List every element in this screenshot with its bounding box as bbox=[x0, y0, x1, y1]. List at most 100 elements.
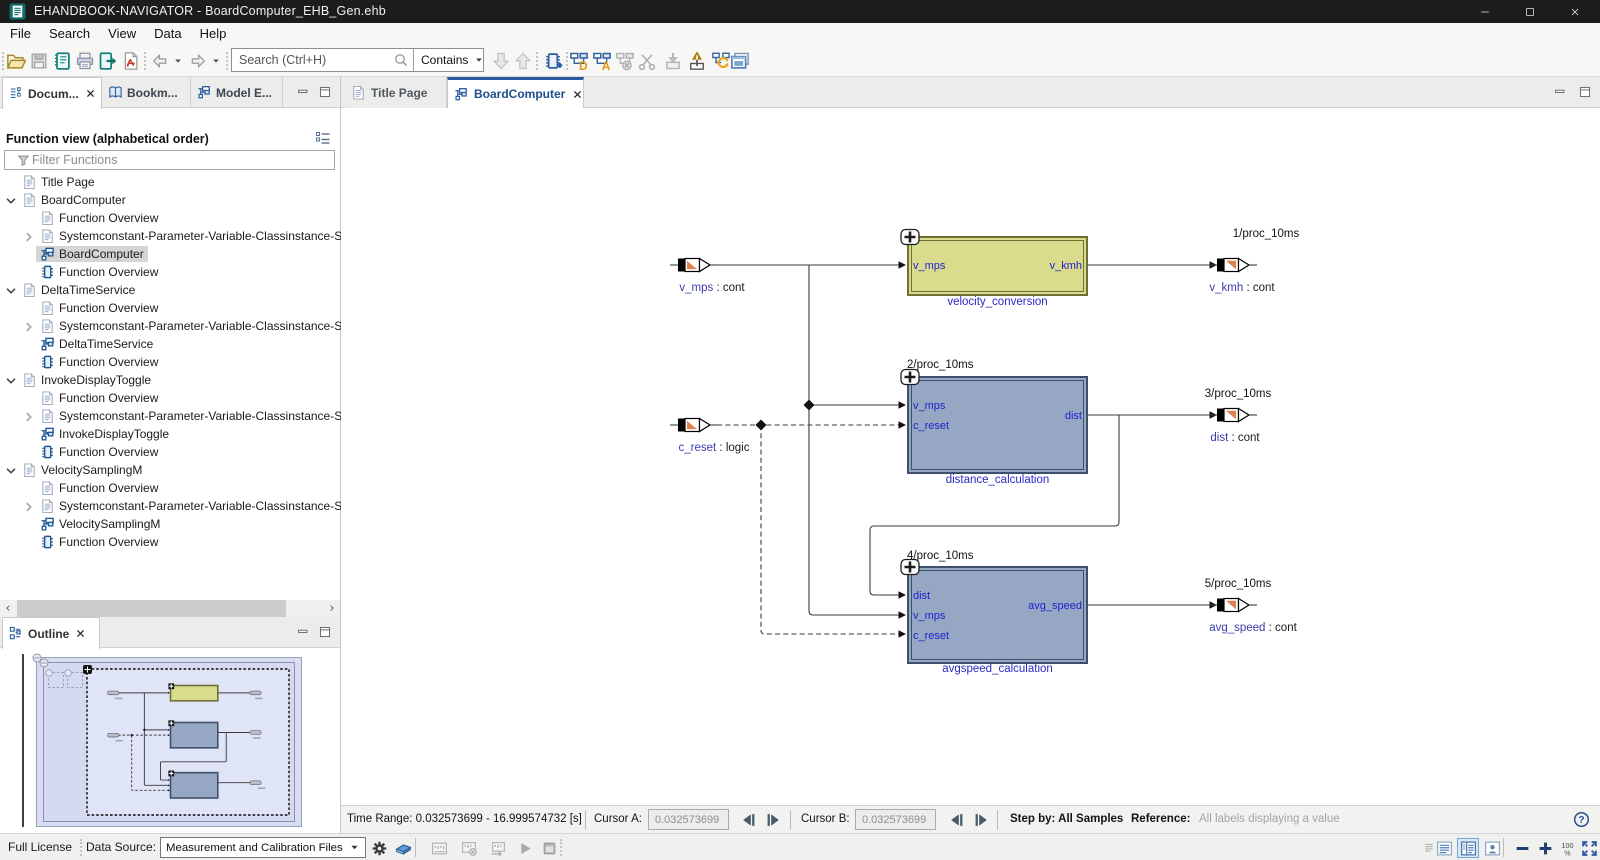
close-icon[interactable] bbox=[572, 89, 583, 100]
close-icon[interactable] bbox=[85, 88, 96, 99]
tree-item-velocitysamplingm[interactable]: VelocitySamplingM bbox=[0, 461, 340, 479]
scroll-right-icon[interactable]: › bbox=[324, 601, 340, 616]
zoom-100-button[interactable]: 100% bbox=[1556, 838, 1578, 858]
cursor-a-step-back-button[interactable] bbox=[740, 811, 758, 829]
tree-item-boardcomputer[interactable]: BoardComputer bbox=[0, 245, 340, 263]
zoom-out-button[interactable] bbox=[1511, 838, 1533, 858]
measure-config-button[interactable] bbox=[428, 838, 450, 858]
data-source-select[interactable]: Measurement and Calibration Files bbox=[160, 837, 366, 858]
tree-item-function-overview[interactable]: Function Overview bbox=[0, 353, 340, 371]
close-icon[interactable] bbox=[75, 628, 86, 639]
tree-item-velocitysamplingm[interactable]: VelocitySamplingM bbox=[0, 515, 340, 533]
tree-item-boardcomputer[interactable]: BoardComputer bbox=[0, 191, 340, 209]
menu-data[interactable]: Data bbox=[145, 23, 190, 45]
search-input[interactable] bbox=[239, 53, 393, 67]
tree-item-function-overview[interactable]: Function Overview bbox=[0, 263, 340, 281]
cut-labels-button[interactable] bbox=[635, 49, 659, 73]
filter-input[interactable] bbox=[29, 153, 334, 167]
contains-dropdown[interactable]: Contains bbox=[414, 53, 491, 67]
menu-search[interactable]: Search bbox=[40, 23, 99, 45]
import-labels-button[interactable] bbox=[661, 49, 685, 73]
tab-title-page[interactable]: Title Page bbox=[345, 77, 447, 108]
minimize-editor-button[interactable] bbox=[1553, 85, 1568, 99]
fit-to-screen-button[interactable] bbox=[1578, 838, 1600, 858]
export-pdf-button[interactable] bbox=[119, 49, 143, 73]
view-with-sidebar-button[interactable] bbox=[1457, 838, 1479, 858]
tab-outline[interactable]: Outline bbox=[2, 617, 100, 649]
window-minimize-button[interactable] bbox=[1462, 0, 1507, 23]
tree-item-systemconstant-parameter-variable-classinstance-st[interactable]: Systemconstant-Parameter-Variable-Classi… bbox=[0, 227, 340, 245]
view-menu-icon[interactable] bbox=[314, 130, 332, 146]
tree-item-function-overview[interactable]: Function Overview bbox=[0, 209, 340, 227]
chevron-down-icon[interactable] bbox=[4, 464, 18, 478]
show-data-values-button[interactable]: D bbox=[567, 49, 591, 73]
zoom-in-button[interactable] bbox=[1534, 838, 1556, 858]
tab-model-e-[interactable]: Model E... bbox=[191, 77, 283, 108]
tree-item-systemconstant-parameter-variable-classinstance-st[interactable]: Systemconstant-Parameter-Variable-Classi… bbox=[0, 407, 340, 425]
tab-boardcomputer[interactable]: BoardComputer bbox=[447, 77, 584, 108]
tab-bookm-[interactable]: Bookm... bbox=[102, 77, 191, 108]
chevron-right-icon[interactable] bbox=[22, 230, 36, 244]
search-up-button[interactable] bbox=[511, 49, 535, 73]
tree-item-function-overview[interactable]: Function Overview bbox=[0, 389, 340, 407]
measure-import-button[interactable] bbox=[487, 838, 509, 858]
scrollbar-thumb[interactable] bbox=[17, 600, 286, 617]
export-labels-button[interactable] bbox=[685, 49, 709, 73]
open-ehandbook-button[interactable] bbox=[50, 49, 74, 73]
cursor-b-step-back-button[interactable] bbox=[948, 811, 966, 829]
tree-item-systemconstant-parameter-variable-classinstance-st[interactable]: Systemconstant-Parameter-Variable-Classi… bbox=[0, 497, 340, 515]
tree-item-deltatimeservice[interactable]: DeltaTimeService bbox=[0, 335, 340, 353]
maximize-panel-button[interactable] bbox=[318, 85, 333, 99]
navigate-forward-button[interactable] bbox=[186, 49, 210, 73]
tree-item-function-overview[interactable]: Function Overview bbox=[0, 299, 340, 317]
search-down-button[interactable] bbox=[489, 49, 513, 73]
show-all-labels-button[interactable]: A bbox=[590, 49, 614, 73]
menu-file[interactable]: File bbox=[1, 23, 40, 45]
open-file-button[interactable] bbox=[4, 49, 28, 73]
tree-item-function-overview[interactable]: Function Overview bbox=[0, 479, 340, 497]
tree-item-function-overview[interactable]: Function Overview bbox=[0, 533, 340, 551]
print-button[interactable] bbox=[73, 49, 97, 73]
export-ehandbook-button[interactable] bbox=[96, 49, 120, 73]
diagram-canvas[interactable]: v_mpsv_kmhvelocity_conversionv_mpsc_rese… bbox=[341, 108, 1600, 805]
tree-item-title-page[interactable]: Title Page bbox=[0, 173, 340, 191]
horizontal-scrollbar[interactable]: ‹ › bbox=[0, 600, 340, 617]
navigate-back-button[interactable] bbox=[148, 49, 172, 73]
outline-canvas[interactable] bbox=[0, 650, 340, 833]
menu-view[interactable]: View bbox=[99, 23, 145, 45]
tab-docum-[interactable]: Docum... bbox=[2, 77, 102, 109]
start-measurement-button[interactable] bbox=[514, 838, 536, 858]
window-maximize-button[interactable] bbox=[1507, 0, 1552, 23]
minimize-panel-button[interactable] bbox=[296, 85, 311, 99]
stop-measurement-button[interactable] bbox=[538, 838, 560, 858]
tree-item-systemconstant-parameter-variable-classinstance-st[interactable]: Systemconstant-Parameter-Variable-Classi… bbox=[0, 317, 340, 335]
help-button[interactable]: ? bbox=[1573, 811, 1590, 828]
window-close-button[interactable] bbox=[1552, 0, 1597, 23]
cursor-a-input[interactable] bbox=[648, 809, 729, 830]
tree-item-invokedisplaytoggle[interactable]: InvokeDisplayToggle bbox=[0, 425, 340, 443]
chevron-down-icon[interactable] bbox=[4, 374, 18, 388]
show-model-element-button[interactable] bbox=[541, 49, 565, 73]
navigate-forward-menu-button[interactable] bbox=[211, 56, 221, 66]
chevron-down-icon[interactable] bbox=[4, 194, 18, 208]
view-presentation-button[interactable] bbox=[1481, 838, 1503, 858]
navigate-back-menu-button[interactable] bbox=[173, 56, 183, 66]
settings-button[interactable] bbox=[368, 838, 390, 858]
open-window-button[interactable] bbox=[728, 49, 752, 73]
view-content-only-button[interactable] bbox=[1433, 838, 1455, 858]
save-button[interactable] bbox=[27, 49, 51, 73]
hide-labels-button[interactable] bbox=[613, 49, 637, 73]
scroll-left-icon[interactable]: ‹ bbox=[0, 601, 16, 616]
maximize-editor-button[interactable] bbox=[1578, 85, 1593, 99]
chevron-right-icon[interactable] bbox=[22, 500, 36, 514]
measure-remove-button[interactable] bbox=[458, 838, 480, 858]
cursor-a-step-forward-button[interactable] bbox=[764, 811, 782, 829]
chevron-right-icon[interactable] bbox=[22, 320, 36, 334]
tree-item-invokedisplaytoggle[interactable]: InvokeDisplayToggle bbox=[0, 371, 340, 389]
minimize-outline-button[interactable] bbox=[296, 625, 311, 639]
cursor-b-step-forward-button[interactable] bbox=[972, 811, 990, 829]
maximize-outline-button[interactable] bbox=[318, 625, 333, 639]
cursor-b-input[interactable] bbox=[855, 809, 936, 830]
data-source-viewer-button[interactable] bbox=[392, 838, 414, 858]
tree-item-deltatimeservice[interactable]: DeltaTimeService bbox=[0, 281, 340, 299]
